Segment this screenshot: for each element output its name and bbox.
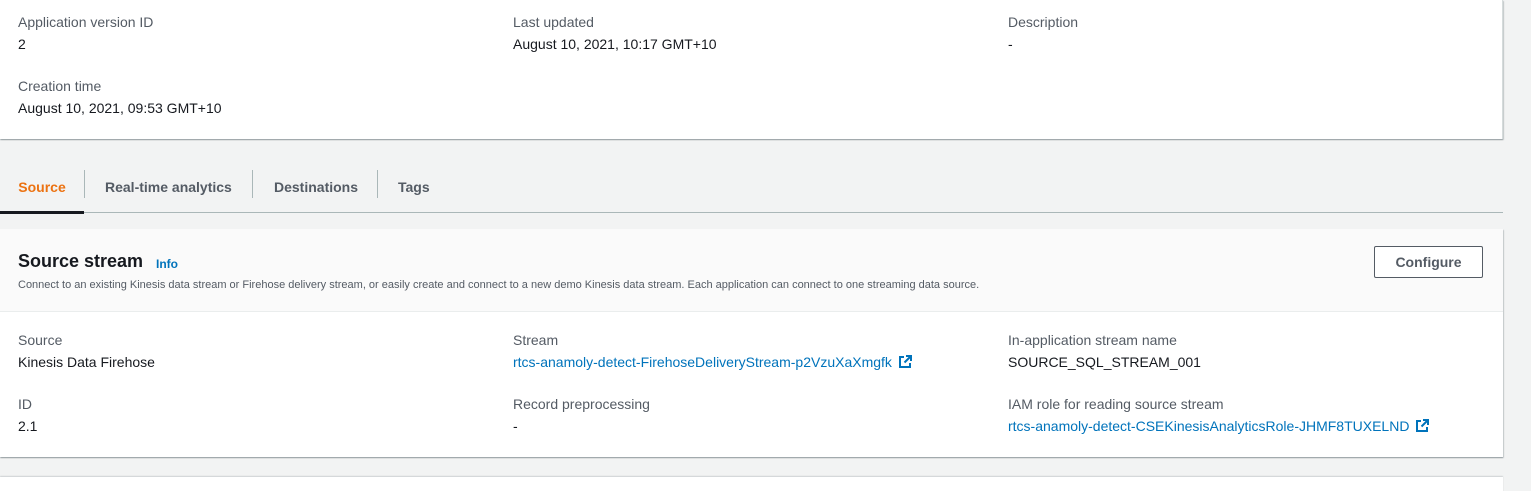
source-stream-header: Source stream Info Connect to an existin… — [0, 229, 1503, 312]
description-label: Description — [1008, 14, 1079, 30]
tab-divider — [84, 170, 85, 198]
tab-destinations[interactable]: Destinations — [274, 162, 358, 212]
id-field: ID 2.1 — [18, 395, 37, 435]
last-updated-label: Last updated — [513, 14, 594, 30]
tab-tags[interactable]: Tags — [398, 162, 430, 212]
creation-time-value: August 10, 2021, 09:53 GMT+10 — [18, 100, 222, 116]
source-label: Source — [18, 332, 63, 348]
next-panel-edge — [0, 477, 1503, 491]
tab-real-time-analytics[interactable]: Real-time analytics — [105, 162, 232, 212]
stream-label: Stream — [513, 332, 559, 348]
external-link-icon — [1416, 419, 1430, 432]
app-version-field: Application version ID 2 — [18, 13, 153, 53]
stream-link-text: rtcs-anamoly-detect-FirehoseDeliveryStre… — [513, 354, 892, 370]
source-value: Kinesis Data Firehose — [18, 354, 155, 370]
last-updated-value: August 10, 2021, 10:17 GMT+10 — [513, 36, 717, 52]
description-field: Description - — [1008, 13, 1078, 53]
configure-button[interactable]: Configure — [1374, 246, 1483, 278]
record-preprocessing-value: - — [513, 418, 518, 434]
app-version-value: 2 — [18, 36, 26, 52]
stream-field: Stream rtcs-anamoly-detect-FirehoseDeliv… — [513, 331, 912, 371]
source-field: Source Kinesis Data Firehose — [18, 331, 155, 371]
version-details-panel: Application version ID 2 Last updated Au… — [0, 0, 1503, 139]
source-stream-title: Source stream — [18, 251, 144, 271]
in-app-stream-label: In-application stream name — [1008, 332, 1177, 348]
creation-time-label: Creation time — [18, 78, 102, 94]
record-preprocessing-field: Record preprocessing - — [513, 395, 650, 435]
stream-link[interactable]: rtcs-anamoly-detect-FirehoseDeliveryStre… — [513, 353, 912, 371]
record-preprocessing-label: Record preprocessing — [513, 396, 650, 412]
iam-role-field: IAM role for reading source stream rtcs-… — [1008, 395, 1430, 435]
external-link-icon — [898, 355, 912, 368]
tab-source[interactable]: Source — [0, 162, 84, 214]
info-link[interactable]: Info — [156, 257, 178, 271]
tab-divider — [252, 170, 253, 198]
iam-role-link[interactable]: rtcs-anamoly-detect-CSEKinesisAnalyticsR… — [1008, 417, 1430, 435]
creation-time-field: Creation time August 10, 2021, 09:53 GMT… — [18, 77, 222, 117]
description-value: - — [1008, 36, 1013, 52]
source-stream-description: Connect to an existing Kinesis data stre… — [18, 279, 980, 291]
id-value: 2.1 — [18, 418, 38, 434]
in-app-stream-field: In-application stream name SOURCE_SQL_ST… — [1008, 331, 1201, 371]
iam-role-link-text: rtcs-anamoly-detect-CSEKinesisAnalyticsR… — [1008, 418, 1410, 434]
source-stream-panel: Source stream Info Connect to an existin… — [0, 229, 1503, 457]
last-updated-field: Last updated August 10, 2021, 10:17 GMT+… — [513, 13, 717, 53]
tab-bar: Source Real-time analytics Destinations … — [0, 162, 1503, 214]
iam-role-label: IAM role for reading source stream — [1008, 396, 1224, 412]
app-version-label: Application version ID — [18, 14, 154, 30]
tab-divider — [377, 170, 378, 198]
in-app-stream-value: SOURCE_SQL_STREAM_001 — [1008, 354, 1201, 370]
id-label: ID — [18, 396, 32, 412]
